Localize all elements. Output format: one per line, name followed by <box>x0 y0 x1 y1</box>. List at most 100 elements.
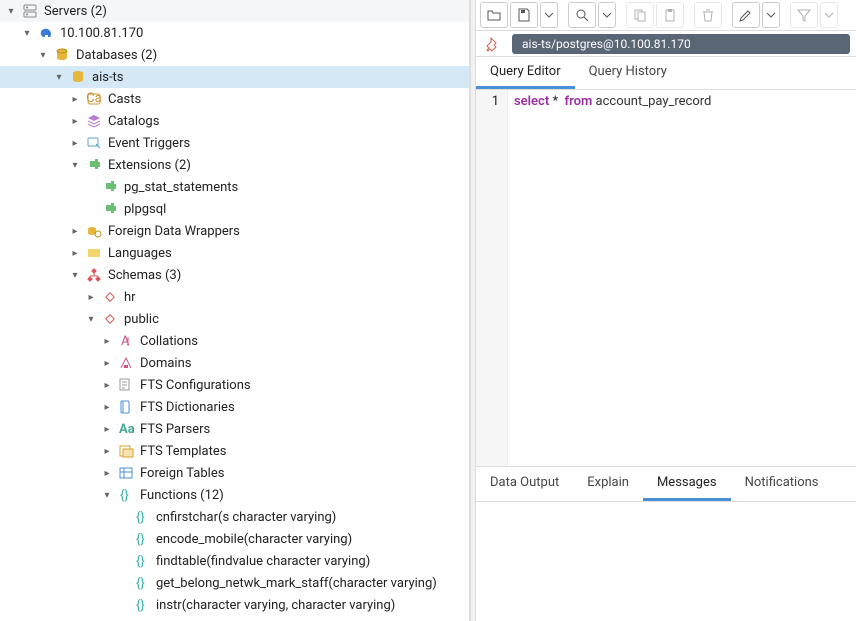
function-icon: {} <box>134 553 150 569</box>
caret-icon[interactable]: ▾ <box>36 50 50 61</box>
tree-ext-plpgsql[interactable]: ▸ plpgsql <box>0 198 469 220</box>
tree-label: instr(character varying, character varyi… <box>154 598 395 613</box>
tree-fn-get-belong-netwk[interactable]: ▸ {} get_belong_netwk_mark_staff(charact… <box>0 572 469 594</box>
tree-schema-hr[interactable]: ▸ hr <box>0 286 469 308</box>
tree-fn-encode-mobile[interactable]: ▸ {} encode_mobile(character varying) <box>0 528 469 550</box>
caret-icon[interactable]: ▸ <box>68 116 82 127</box>
tree-server-host[interactable]: ▾ 10.100.81.170 <box>0 22 469 44</box>
edit-button[interactable] <box>732 2 760 28</box>
tree-label: public <box>122 312 159 327</box>
connection-label[interactable]: ais-ts/postgres@10.100.81.170 <box>512 34 850 54</box>
database-icon <box>54 47 70 63</box>
connection-bar: ais-ts/postgres@10.100.81.170 <box>476 31 856 57</box>
tree-fn-findtable[interactable]: ▸ {} findtable(findvalue character varyi… <box>0 550 469 572</box>
sql-editor[interactable]: 1 select * from account_pay_record <box>476 90 856 466</box>
tree-label: Domains <box>138 356 191 371</box>
tree-label: Catalogs <box>106 114 159 129</box>
caret-icon[interactable]: ▾ <box>100 490 114 501</box>
tree-languages[interactable]: ▸ Languages <box>0 242 469 264</box>
caret-icon[interactable]: ▸ <box>100 380 114 391</box>
tree-schema-public[interactable]: ▾ public <box>0 308 469 330</box>
caret-icon[interactable]: ▸ <box>100 446 114 457</box>
caret-icon[interactable]: ▸ <box>100 402 114 413</box>
tree-fts-config[interactable]: ▸ FTS Configurations <box>0 374 469 396</box>
filter-button[interactable] <box>790 2 818 28</box>
tree-casts[interactable]: ▸ Ca Casts <box>0 88 469 110</box>
caret-icon[interactable]: ▸ <box>68 94 82 105</box>
copy-button[interactable] <box>626 2 654 28</box>
paste-button[interactable] <box>656 2 684 28</box>
code-area[interactable]: select * from account_pay_record <box>508 90 717 466</box>
connection-pin-icon[interactable] <box>486 36 502 52</box>
caret-icon[interactable]: ▾ <box>68 160 82 171</box>
tab-messages[interactable]: Messages <box>643 467 731 501</box>
tree-fts-templates[interactable]: ▸ FTS Templates <box>0 440 469 462</box>
function-icon: {} <box>134 597 150 613</box>
tree-domains[interactable]: ▸ Domains <box>0 352 469 374</box>
svg-text:Aa: Aa <box>119 422 134 437</box>
save-dropdown-button[interactable] <box>540 2 558 28</box>
output-tabs: Data Output Explain Messages Notificatio… <box>476 467 856 502</box>
fts-parsers-icon: Aa <box>118 421 134 437</box>
tree-collations[interactable]: ▸ A Collations <box>0 330 469 352</box>
tree-label: FTS Configurations <box>138 378 251 393</box>
caret-icon[interactable]: ▸ <box>100 424 114 435</box>
sql-table-name: account_pay_record <box>596 94 712 109</box>
tab-notifications[interactable]: Notifications <box>731 467 833 501</box>
caret-icon[interactable]: ▾ <box>84 314 98 325</box>
tree-fts-dict[interactable]: ▸ FTS Dictionaries <box>0 396 469 418</box>
caret-icon[interactable]: ▸ <box>68 248 82 259</box>
languages-icon <box>86 245 102 261</box>
tree-fts-parsers[interactable]: ▸ Aa FTS Parsers <box>0 418 469 440</box>
tab-query-editor[interactable]: Query Editor <box>476 57 575 89</box>
tree-fdw[interactable]: ▸ Foreign Data Wrappers <box>0 220 469 242</box>
find-button[interactable] <box>568 2 596 28</box>
tab-query-history[interactable]: Query History <box>575 57 681 89</box>
messages-body <box>476 502 856 621</box>
output-panel: Data Output Explain Messages Notificatio… <box>476 466 856 621</box>
caret-icon[interactable]: ▾ <box>20 28 34 39</box>
casts-icon: Ca <box>86 91 102 107</box>
extension-icon <box>102 179 118 195</box>
query-toolbar <box>476 0 856 31</box>
tree-ext-pgstat[interactable]: ▸ pg_stat_statements <box>0 176 469 198</box>
tree-db-aists[interactable]: ▾ ais-ts <box>0 66 469 88</box>
caret-icon[interactable]: ▾ <box>68 270 82 281</box>
tree-label: encode_mobile(character varying) <box>154 532 352 547</box>
fts-config-icon <box>118 377 134 393</box>
tree-label: Extensions (2) <box>106 158 191 173</box>
caret-icon[interactable]: ▸ <box>68 226 82 237</box>
tree-schemas[interactable]: ▾ Schemas (3) <box>0 264 469 286</box>
tree-label: FTS Dictionaries <box>138 400 235 415</box>
save-button[interactable] <box>510 2 538 28</box>
caret-icon[interactable]: ▸ <box>100 468 114 479</box>
fts-dict-icon <box>118 399 134 415</box>
caret-icon[interactable]: ▸ <box>100 358 114 369</box>
collations-icon: A <box>118 333 134 349</box>
tree-label: pg_stat_statements <box>122 180 238 195</box>
fdw-icon <box>86 223 102 239</box>
tree-fn-cnfirstchar[interactable]: ▸ {} cnfirstchar(s character varying) <box>0 506 469 528</box>
tree-functions[interactable]: ▾ {} Functions (12) <box>0 484 469 506</box>
tree-databases[interactable]: ▾ Databases (2) <box>0 44 469 66</box>
caret-icon[interactable]: ▸ <box>84 292 98 303</box>
find-dropdown-button[interactable] <box>598 2 616 28</box>
caret-icon[interactable]: ▸ <box>100 336 114 347</box>
tree-servers[interactable]: ▾ Servers (2) <box>0 0 469 22</box>
tab-data-output[interactable]: Data Output <box>476 467 573 501</box>
caret-icon[interactable]: ▸ <box>68 138 82 149</box>
tab-explain[interactable]: Explain <box>573 467 643 501</box>
caret-icon[interactable]: ▾ <box>4 6 18 17</box>
tree-foreign-tables[interactable]: ▸ Foreign Tables <box>0 462 469 484</box>
tree-event-triggers[interactable]: ▸ Event Triggers <box>0 132 469 154</box>
edit-dropdown-button[interactable] <box>762 2 780 28</box>
foreign-tables-icon <box>118 465 134 481</box>
delete-button[interactable] <box>694 2 722 28</box>
caret-icon[interactable]: ▾ <box>52 72 66 83</box>
tree-catalogs[interactable]: ▸ Catalogs <box>0 110 469 132</box>
open-file-button[interactable] <box>480 2 508 28</box>
tree-extensions[interactable]: ▾ Extensions (2) <box>0 154 469 176</box>
tree-label: Schemas (3) <box>106 268 181 283</box>
filter-dropdown-button[interactable] <box>820 2 838 28</box>
tree-fn-instr[interactable]: ▸ {} instr(character varying, character … <box>0 594 469 616</box>
